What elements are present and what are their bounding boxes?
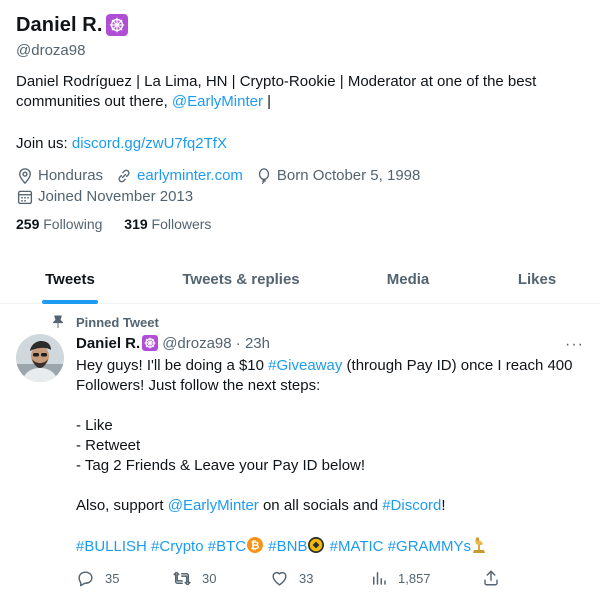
bio-line: communities out there, @EarlyMinter |	[16, 92, 586, 112]
tab-label: Likes	[517, 270, 557, 288]
hashtag-link[interactable]: #GRAMMYs	[388, 538, 471, 555]
hashtag-link[interactable]: #Crypto	[151, 538, 204, 555]
discord-link[interactable]: discord.gg/zwU7fq2TfX	[72, 135, 227, 152]
retweet-button[interactable]: 30	[172, 566, 216, 590]
follow-stats: 259 Following 319 Followers	[16, 216, 229, 232]
bitcoin-emoji-icon: ₿	[247, 537, 264, 553]
tweet-text: Hey guys! I'll be doing a $10 #Giveaway …	[76, 356, 588, 556]
retweet-count: 30	[202, 570, 217, 586]
reply-button[interactable]: 35	[76, 566, 119, 590]
profile-bio: Daniel Rodríguez | La Lima, HN | Crypto-…	[16, 72, 586, 112]
like-button[interactable]: 33	[270, 566, 313, 590]
view-count: 1,857	[398, 570, 431, 586]
wheel-badge-icon	[142, 335, 159, 351]
bio-text: |	[262, 93, 272, 110]
tab-label: Media	[386, 270, 430, 288]
born-text: Born October 5, 1998	[276, 166, 421, 184]
following-count: 259	[16, 216, 40, 232]
website-item[interactable]: earlyminter.com	[115, 166, 243, 186]
retweet-icon	[173, 571, 191, 585]
bio-join: Join us: discord.gg/zwU7fq2TfX	[16, 134, 227, 154]
views-icon	[373, 572, 386, 585]
grammy-emoji-icon	[473, 537, 486, 553]
like-icon	[272, 571, 287, 586]
link-icon	[118, 169, 130, 182]
tweet-text-part: Hey guys! I'll be doing a $10	[76, 357, 269, 374]
profile-tabs: Tweets Tweets & replies Media Likes	[0, 254, 600, 304]
svg-text:₿: ₿	[251, 539, 260, 552]
bio-line: Daniel Rodríguez | La Lima, HN | Crypto-…	[16, 73, 537, 90]
reply-count: 35	[105, 570, 120, 586]
wheel-badge-icon	[106, 14, 129, 36]
pinned-text: Pinned Tweet	[76, 314, 159, 330]
more-options-icon[interactable]: ···	[565, 336, 584, 354]
tweet-text-part: !	[441, 497, 446, 514]
calendar-icon	[17, 190, 33, 204]
following-link[interactable]: 259 Following	[16, 216, 102, 232]
birthday-item: Born October 5, 1998	[255, 166, 420, 186]
pinned-label: Pinned Tweet	[50, 314, 159, 330]
balloon-icon	[258, 167, 270, 184]
hashtag-link[interactable]: #BNB	[268, 538, 307, 555]
profile-header: Daniel R. @droza98 Daniel Rodríguez | La…	[16, 10, 586, 233]
avatar[interactable]	[16, 334, 64, 382]
hashtag-link[interactable]: #BTC	[208, 538, 246, 555]
tab-label: Tweets	[45, 270, 95, 288]
views-button[interactable]: 1,857	[370, 566, 431, 590]
share-icon	[484, 570, 498, 586]
tweet-text-part: Followers! Just follow the next steps:	[76, 377, 321, 394]
location-item: Honduras	[16, 166, 103, 186]
tweet-step: - Like	[76, 417, 113, 434]
location-text: Honduras	[38, 166, 104, 184]
hashtag-link[interactable]: #Discord	[382, 497, 441, 514]
display-name: Daniel R.	[16, 13, 103, 36]
followers-link[interactable]: 319 Followers	[124, 216, 211, 232]
tweet-text-part: (through Pay ID) once I reach 400	[342, 357, 573, 374]
tab-tweets[interactable]: Tweets	[0, 254, 140, 304]
joined-text: Joined November 2013	[38, 187, 194, 205]
profile-handle: @droza98	[16, 42, 86, 59]
tweet-text-part: on all socials and	[258, 497, 383, 514]
tweet-header: Daniel R. @droza98 · 23h	[76, 332, 270, 354]
followers-label: Followers	[147, 216, 212, 232]
location-icon	[19, 167, 31, 184]
hashtag-link[interactable]: #Giveaway	[268, 357, 342, 374]
tab-media[interactable]: Media	[342, 254, 474, 304]
share-button[interactable]	[482, 566, 510, 590]
hashtag-link[interactable]: #MATIC	[330, 538, 384, 555]
profile-meta: Honduras earlyminter.com Born October 5,…	[16, 165, 432, 207]
mention-link[interactable]: @EarlyMinter	[168, 497, 259, 514]
bio-text: communities out there,	[16, 93, 172, 110]
bnb-emoji-icon	[308, 537, 325, 553]
reply-icon	[78, 570, 93, 586]
tweet-step: - Tag 2 Friends & Leave your Pay ID belo…	[76, 457, 366, 474]
tab-likes[interactable]: Likes	[474, 254, 600, 304]
like-count: 33	[299, 570, 314, 586]
pinned-tweet[interactable]: Pinned Tweet Daniel R. @droza98 · 23h ··…	[0, 304, 600, 612]
following-label: Following	[39, 216, 103, 232]
website-link[interactable]: earlyminter.com	[137, 166, 243, 186]
tweet-step: - Retweet	[76, 437, 141, 454]
hashtag-link[interactable]: #BULLISH	[76, 538, 147, 555]
followers-count: 319	[124, 216, 148, 232]
joined-item: Joined November 2013	[16, 187, 193, 207]
tab-tweets-replies[interactable]: Tweets & replies	[140, 254, 342, 304]
tweet-handle-time[interactable]: @droza98 · 23h	[162, 335, 270, 352]
join-label: Join us:	[16, 135, 72, 152]
bio-mention-link[interactable]: @EarlyMinter	[172, 93, 263, 110]
tweet-text-part: Also, support	[76, 497, 168, 514]
pin-icon	[52, 315, 64, 328]
tab-label: Tweets & replies	[182, 270, 300, 288]
tweet-author-name[interactable]: Daniel R.	[76, 335, 140, 352]
tweet-actions: 35 30 33 1,857	[76, 566, 498, 590]
